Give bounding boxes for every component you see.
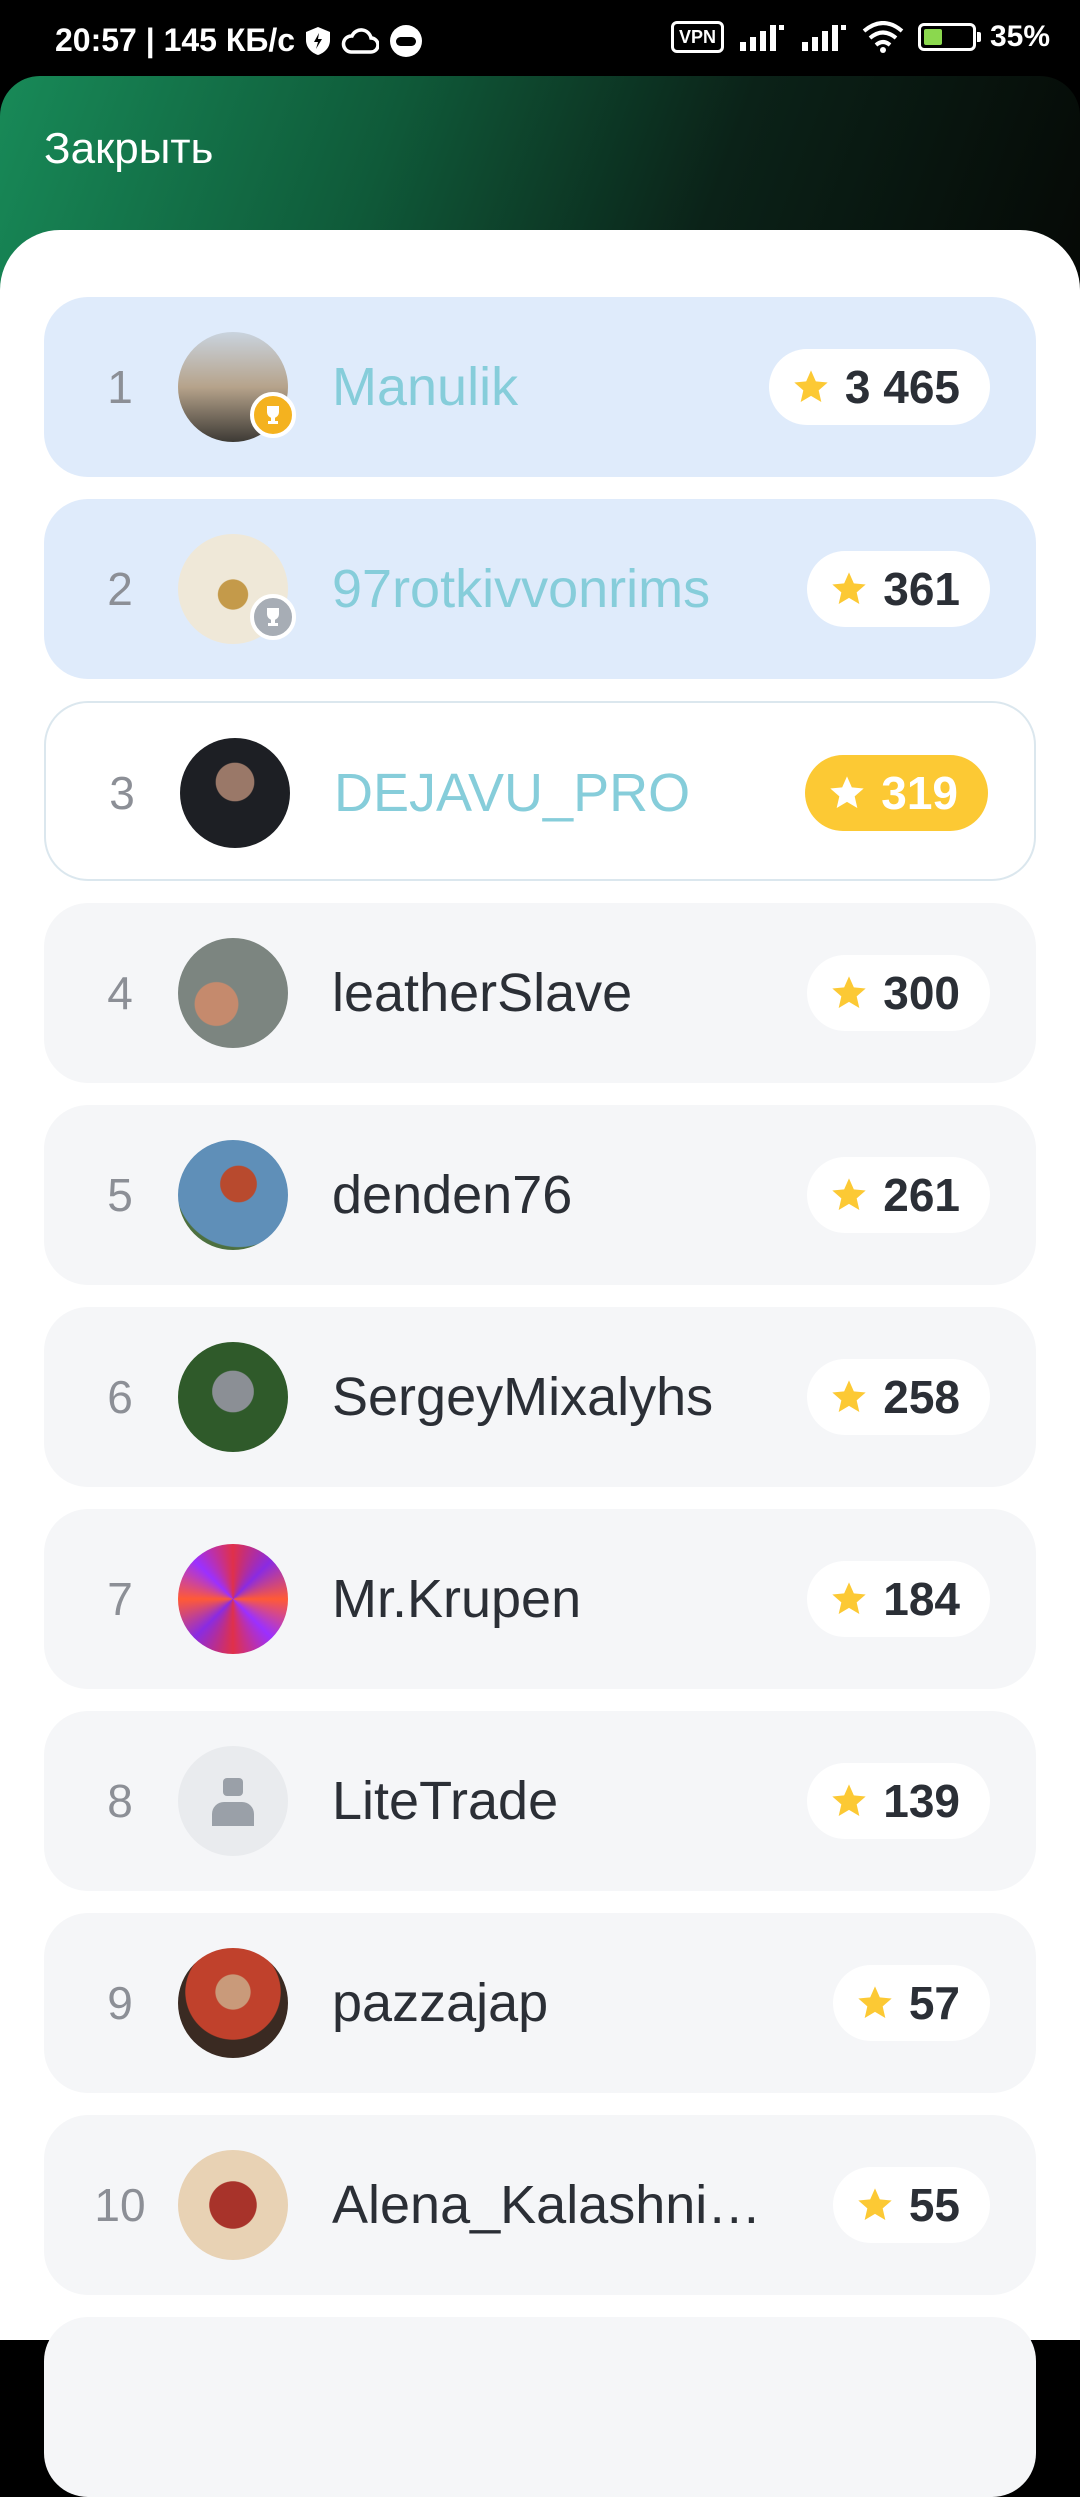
avatar [178,1544,288,1654]
score-pill: 55 [832,2167,990,2243]
player-name: Mr.Krupen [332,1569,582,1629]
shield-icon [306,26,331,55]
player-name: denden76 [332,1165,573,1225]
star-icon [832,976,866,1008]
time-speed-text: 20:57 | 145 КБ/с [55,22,296,58]
star-icon [832,1380,866,1412]
score-pill: 319 [805,755,988,831]
signal-icon [739,25,784,51]
score-value: 258 [883,1371,960,1423]
score-pill: 261 [807,1157,990,1233]
cloud-icon [341,27,380,54]
player-name: LiteTrade [332,1771,559,1831]
leaderboard-sheet: 1 Manulik 3 465 2 97rotkivvonrims 361 3 … [0,230,1080,2497]
score-value: 3 465 [844,361,960,413]
gamepad-icon [390,24,423,57]
leaderboard-row-partial[interactable] [44,2317,1036,2497]
leaderboard-row[interactable]: 7 Mr.Krupen 184 [44,1509,1036,1689]
score-pill: 300 [807,955,990,1031]
star-icon [794,370,828,402]
avatar [178,1948,288,2058]
rank-number: 7 [107,1573,133,1625]
leaderboard-row[interactable]: 9 pazzajap 57 [44,1913,1036,2093]
status-bar: 20:57 | 145 КБ/с VPN 35% [0,0,1080,76]
score-pill: 184 [807,1561,990,1637]
score-value: 300 [883,967,960,1019]
status-left: 20:57 | 145 КБ/с [55,22,423,59]
star-icon [832,1784,866,1816]
wifi-icon [862,21,904,53]
leaderboard-row[interactable]: 2 97rotkivvonrims 361 [44,499,1036,679]
leaderboard-row[interactable]: 5 denden76 261 [44,1105,1036,1285]
rank-number: 10 [94,2179,146,2231]
player-name: leatherSlave [332,963,633,1023]
signal-icon-2 [801,25,846,51]
rank-number: 8 [107,1775,133,1827]
avatar [178,938,288,1048]
avatar [180,738,290,848]
star-icon [830,776,864,808]
avatar [178,1140,288,1250]
rank-number: 6 [107,1371,133,1423]
rank-number: 1 [107,361,133,413]
avatar [178,2150,288,2260]
battery-icon [917,23,981,51]
silver-trophy-icon [250,594,296,640]
star-icon [858,2188,892,2220]
score-value: 319 [881,767,958,819]
score-pill: 258 [807,1359,990,1435]
battery-percent: 35% [989,20,1050,53]
player-name: 97rotkivvonrims [332,559,711,619]
score-pill: 3 465 [768,349,990,425]
leaderboard-row-current-user[interactable]: 3 DEJAVU_PRO 319 [44,701,1036,881]
leaderboard-row[interactable]: 10 Alena_Kalashni… 55 [44,2115,1036,2295]
player-name: pazzajap [332,1973,549,2033]
gold-trophy-icon [250,392,296,438]
player-name: Alena_Kalashni… [332,2175,762,2235]
rank-number: 9 [107,1977,133,2029]
score-value: 139 [883,1775,960,1827]
avatar [178,1342,288,1452]
score-value: 57 [908,1977,960,2029]
score-pill: 139 [807,1763,990,1839]
score-value: 55 [908,2179,960,2231]
score-value: 184 [883,1573,960,1625]
leaderboard-row[interactable]: 4 leatherSlave 300 [44,903,1036,1083]
rank-number: 3 [109,767,135,819]
star-icon [858,1986,892,2018]
player-name: Manulik [332,357,519,417]
default-avatar-icon [178,1746,288,1856]
leaderboard-row[interactable]: 1 Manulik 3 465 [44,297,1036,477]
score-value: 261 [883,1169,960,1221]
star-icon [832,572,866,604]
leaderboard-row[interactable]: 8 LiteTrade 139 [44,1711,1036,1891]
star-icon [832,1178,866,1210]
vpn-badge: VPN [670,21,724,53]
status-right: VPN 35% [670,20,1050,54]
score-pill: 57 [832,1965,990,2041]
score-pill: 361 [807,551,990,627]
player-name: SergeyMixalyhs [332,1367,714,1427]
rank-number: 2 [107,563,133,615]
close-button[interactable]: Закрыть [44,124,213,174]
rank-number: 4 [107,967,133,1019]
score-value: 361 [883,563,960,615]
rank-number: 5 [107,1169,133,1221]
star-icon [832,1582,866,1614]
player-name: DEJAVU_PRO [334,763,691,823]
leaderboard-row[interactable]: 6 SergeyMixalyhs 258 [44,1307,1036,1487]
